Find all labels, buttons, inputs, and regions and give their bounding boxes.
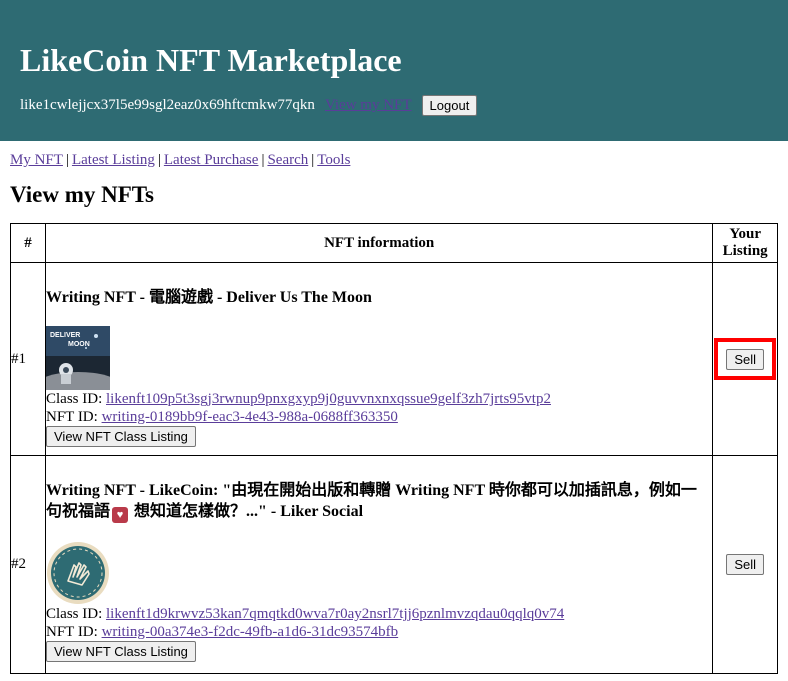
class-id-line: Class ID: likenft109p5t3sgj3rwnup9pnxgxy… [46, 390, 712, 408]
listing-cell: Sell [712, 455, 778, 674]
main-nav: My NFT | Latest Listing | Latest Purchase | Se… [10, 151, 778, 169]
nft-id-line: NFT ID: writing-00a374e3-f2dc-49fb-a1d6-… [46, 623, 712, 641]
nft-id-line: NFT ID: writing-0189bb9f-eac3-4e43-988a-… [46, 408, 712, 426]
svg-text:MOON: MOON [68, 341, 90, 348]
nft-thumbnail[interactable] [46, 541, 110, 605]
nav-my-nft[interactable]: My NFT [10, 152, 63, 168]
header-info: NFT information [44, 223, 714, 263]
table-header-row: # NFT information Your Listing [10, 223, 778, 263]
site-header: LikeCoin NFT Marketplace like1cwlejjcx37… [0, 0, 788, 141]
sell-highlight-box: Sell [714, 338, 776, 380]
nft-name: Writing NFT - 電腦遊戲 - Deliver Us The Moon [46, 289, 372, 306]
row-number: #2 [10, 455, 46, 674]
header-num: # [10, 223, 46, 263]
site-title: LikeCoin NFT Marketplace [20, 42, 402, 78]
nft-thumbnail[interactable]: DELIVER MOON [46, 326, 110, 390]
view-class-listing-button[interactable]: View NFT Class Listing [46, 641, 196, 662]
class-id-label: Class ID: [46, 606, 103, 622]
nav-separator: | [261, 152, 265, 168]
class-id-link[interactable]: likenft1d9krwvz53kan7qmqtkd0wva7r0ay2nsr… [106, 606, 564, 622]
nft-table: # NFT information Your Listing #1 Writin… [10, 223, 778, 674]
nav-latest-listing[interactable]: Latest Listing [72, 152, 155, 168]
nft-name-part2: 想知道怎樣做？..." - Liker Social [130, 503, 364, 520]
nav-separator: | [65, 152, 69, 168]
svg-text:DELIVER: DELIVER [50, 332, 80, 339]
nft-id-link[interactable]: writing-0189bb9f-eac3-4e43-988a-0688ff36… [102, 409, 398, 425]
class-id-label: Class ID: [46, 391, 103, 407]
nav-separator: | [311, 152, 315, 168]
table-row: #2 Writing NFT - LikeCoin: "由現在開始出版和轉贈 W… [10, 455, 778, 674]
class-id-line: Class ID: likenft1d9krwvz53kan7qmqtkd0wv… [46, 605, 712, 623]
class-id-link[interactable]: likenft109p5t3sgj3rwnup9pnxgxyp9j0guvvnx… [106, 391, 551, 407]
nft-info-cell: Writing NFT - LikeCoin: "由現在開始出版和轉贈 Writ… [44, 455, 714, 674]
sell-button[interactable]: Sell [726, 349, 764, 370]
nav-search[interactable]: Search [267, 152, 308, 168]
header-listing: Your Listing [712, 223, 778, 263]
nft-id-label: NFT ID: [46, 409, 98, 425]
nft-id-link[interactable]: writing-00a374e3-f2dc-49fb-a1d6-31dc9357… [102, 624, 399, 640]
user-row: like1cwlejjcx37l5e99sgl2eaz0x69hftcmkw77… [20, 95, 768, 116]
nav-separator: | [157, 152, 161, 168]
heart-icon: ♥ [112, 507, 129, 523]
view-class-listing-button[interactable]: View NFT Class Listing [46, 426, 196, 447]
listing-cell: Sell [712, 262, 778, 456]
wallet-address: like1cwlejjcx37l5e99sgl2eaz0x69hftcmkw77… [20, 97, 315, 113]
nft-info-cell: Writing NFT - 電腦遊戲 - Deliver Us The Moon… [44, 262, 714, 456]
header-listing-line2: Listing [722, 243, 768, 259]
nav-latest-purchase[interactable]: Latest Purchase [164, 152, 259, 168]
header-listing-line1: Your [729, 226, 761, 242]
nav-tools[interactable]: Tools [317, 152, 350, 168]
row-number: #1 [10, 262, 46, 456]
nft-name: Writing NFT - LikeCoin: "由現在開始出版和轉贈 Writ… [46, 480, 712, 523]
logout-button[interactable]: Logout [421, 95, 478, 116]
view-my-nft-link[interactable]: View my NFT [325, 97, 412, 114]
sell-button[interactable]: Sell [726, 554, 764, 575]
table-row: #1 Writing NFT - 電腦遊戲 - Deliver Us The M… [10, 262, 778, 456]
nft-id-label: NFT ID: [46, 624, 98, 640]
page-title: View my NFTs [10, 182, 154, 207]
